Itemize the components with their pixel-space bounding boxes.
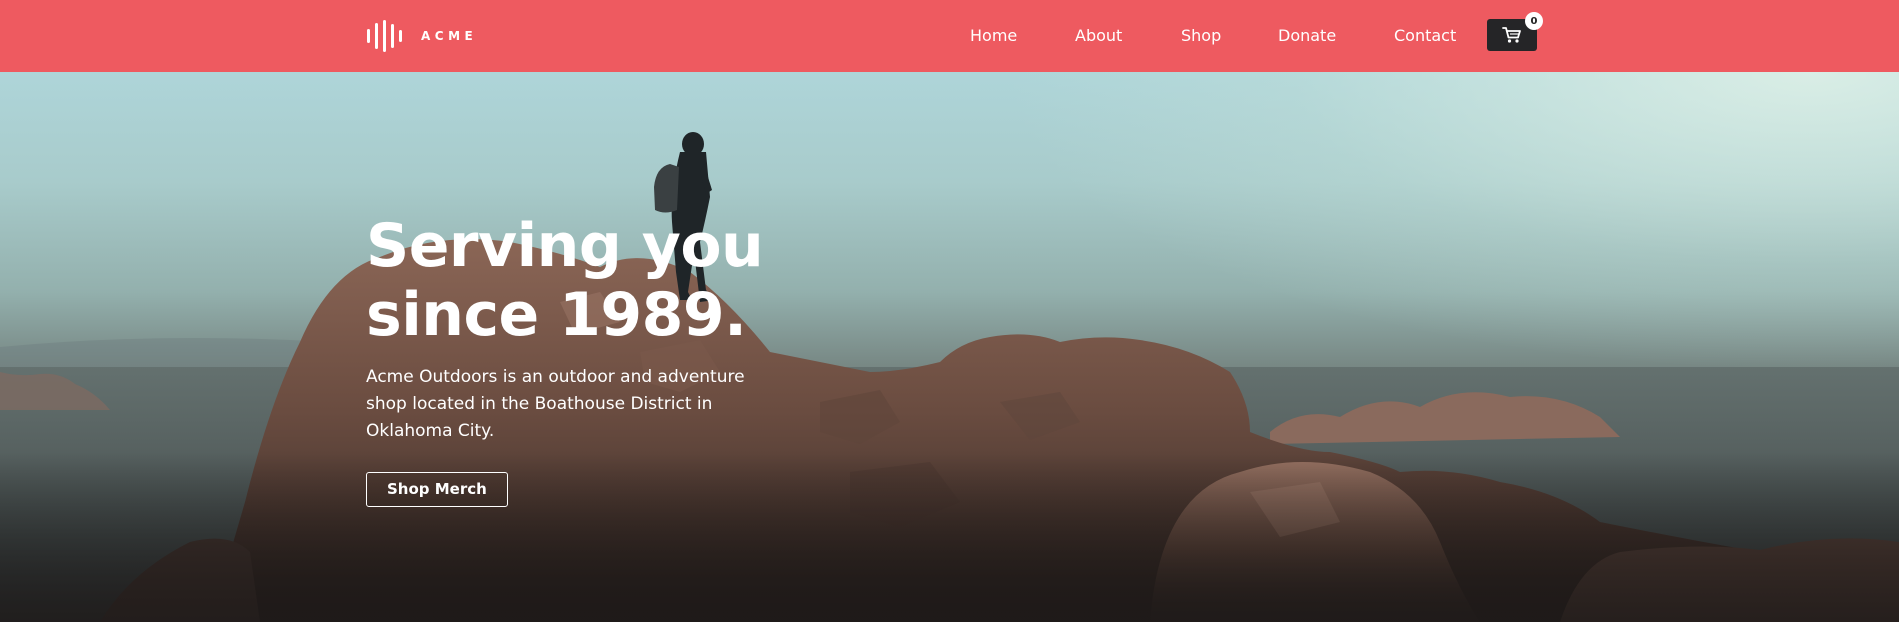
navbar: ACME Home About Shop Donate Contact 0 xyxy=(0,0,1899,72)
nav-item-about[interactable]: About xyxy=(1075,26,1122,45)
nav-item-donate[interactable]: Donate xyxy=(1278,26,1336,45)
hero-title: Serving you since 1989. xyxy=(366,212,826,350)
nav-item-contact[interactable]: Contact xyxy=(1394,26,1456,45)
hero-title-line-2: since 1989. xyxy=(366,280,747,350)
main-navigation: Home About Shop Donate Contact xyxy=(0,0,1899,72)
hero-section: Serving you since 1989. Acme Outdoors is… xyxy=(0,72,1899,622)
cart-count-badge: 0 xyxy=(1525,12,1543,30)
hero-description: Acme Outdoors is an outdoor and adventur… xyxy=(366,367,745,441)
shopping-cart-icon xyxy=(1502,27,1521,43)
nav-item-shop[interactable]: Shop xyxy=(1181,26,1221,45)
hero-background-image xyxy=(0,132,1899,622)
nav-item-home[interactable]: Home xyxy=(970,26,1017,45)
hero-content: Serving you since 1989. Acme Outdoors is… xyxy=(366,212,826,507)
shop-merch-button[interactable]: Shop Merch xyxy=(366,472,508,507)
hero-title-line-1: Serving you xyxy=(366,211,764,281)
